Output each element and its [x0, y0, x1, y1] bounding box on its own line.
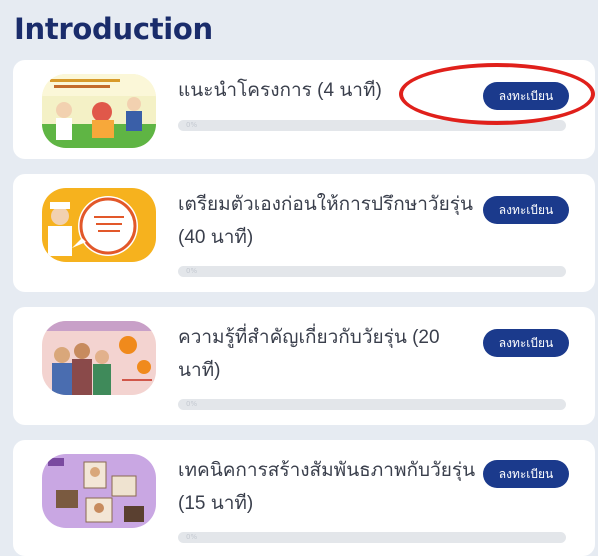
enroll-button[interactable]: ลงทะเบียน	[483, 196, 569, 224]
lesson-progress-label: 0%	[186, 533, 198, 541]
lesson-title[interactable]: เตรียมตัวเองก่อนให้การปรึกษาวัยรุ่น (40 …	[178, 188, 478, 254]
lesson-title[interactable]: แนะนำโครงการ (4 นาที)	[178, 74, 478, 107]
enroll-button[interactable]: ลงทะเบียน	[483, 329, 569, 357]
lesson-title[interactable]: เทคนิคการสร้างสัมพันธภาพกับวัยรุ่น (15 น…	[178, 454, 478, 520]
course-section-panel: Introduction แนะนำโครงการ (4 นาที) ลงทะเ…	[0, 0, 598, 556]
lesson-progress-bar: 0%	[178, 532, 566, 543]
lesson-progress-label: 0%	[186, 121, 198, 129]
lesson-card[interactable]: เทคนิคการสร้างสัมพันธภาพกับวัยรุ่น (15 น…	[13, 440, 595, 556]
lesson-card[interactable]: แนะนำโครงการ (4 นาที) ลงทะเบียน 0%	[13, 60, 595, 159]
lesson-progress-bar: 0%	[178, 266, 566, 277]
lesson-card[interactable]: ความรู้ที่สำคัญเกี่ยวกับวัยรุ่น (20 นาที…	[13, 307, 595, 425]
section-title: Introduction	[14, 12, 213, 46]
lesson-title[interactable]: ความรู้ที่สำคัญเกี่ยวกับวัยรุ่น (20 นาที…	[178, 321, 478, 387]
lesson-progress-bar: 0%	[178, 120, 566, 131]
lesson-thumbnail	[42, 321, 156, 395]
lesson-thumbnail	[42, 454, 156, 528]
lesson-progress-label: 0%	[186, 400, 198, 408]
enroll-button[interactable]: ลงทะเบียน	[483, 460, 569, 488]
lesson-thumbnail	[42, 74, 156, 148]
lesson-progress-label: 0%	[186, 267, 198, 275]
lesson-progress-bar: 0%	[178, 399, 566, 410]
lesson-thumbnail	[42, 188, 156, 262]
lesson-card[interactable]: เตรียมตัวเองก่อนให้การปรึกษาวัยรุ่น (40 …	[13, 174, 595, 292]
enroll-button[interactable]: ลงทะเบียน	[483, 82, 569, 110]
